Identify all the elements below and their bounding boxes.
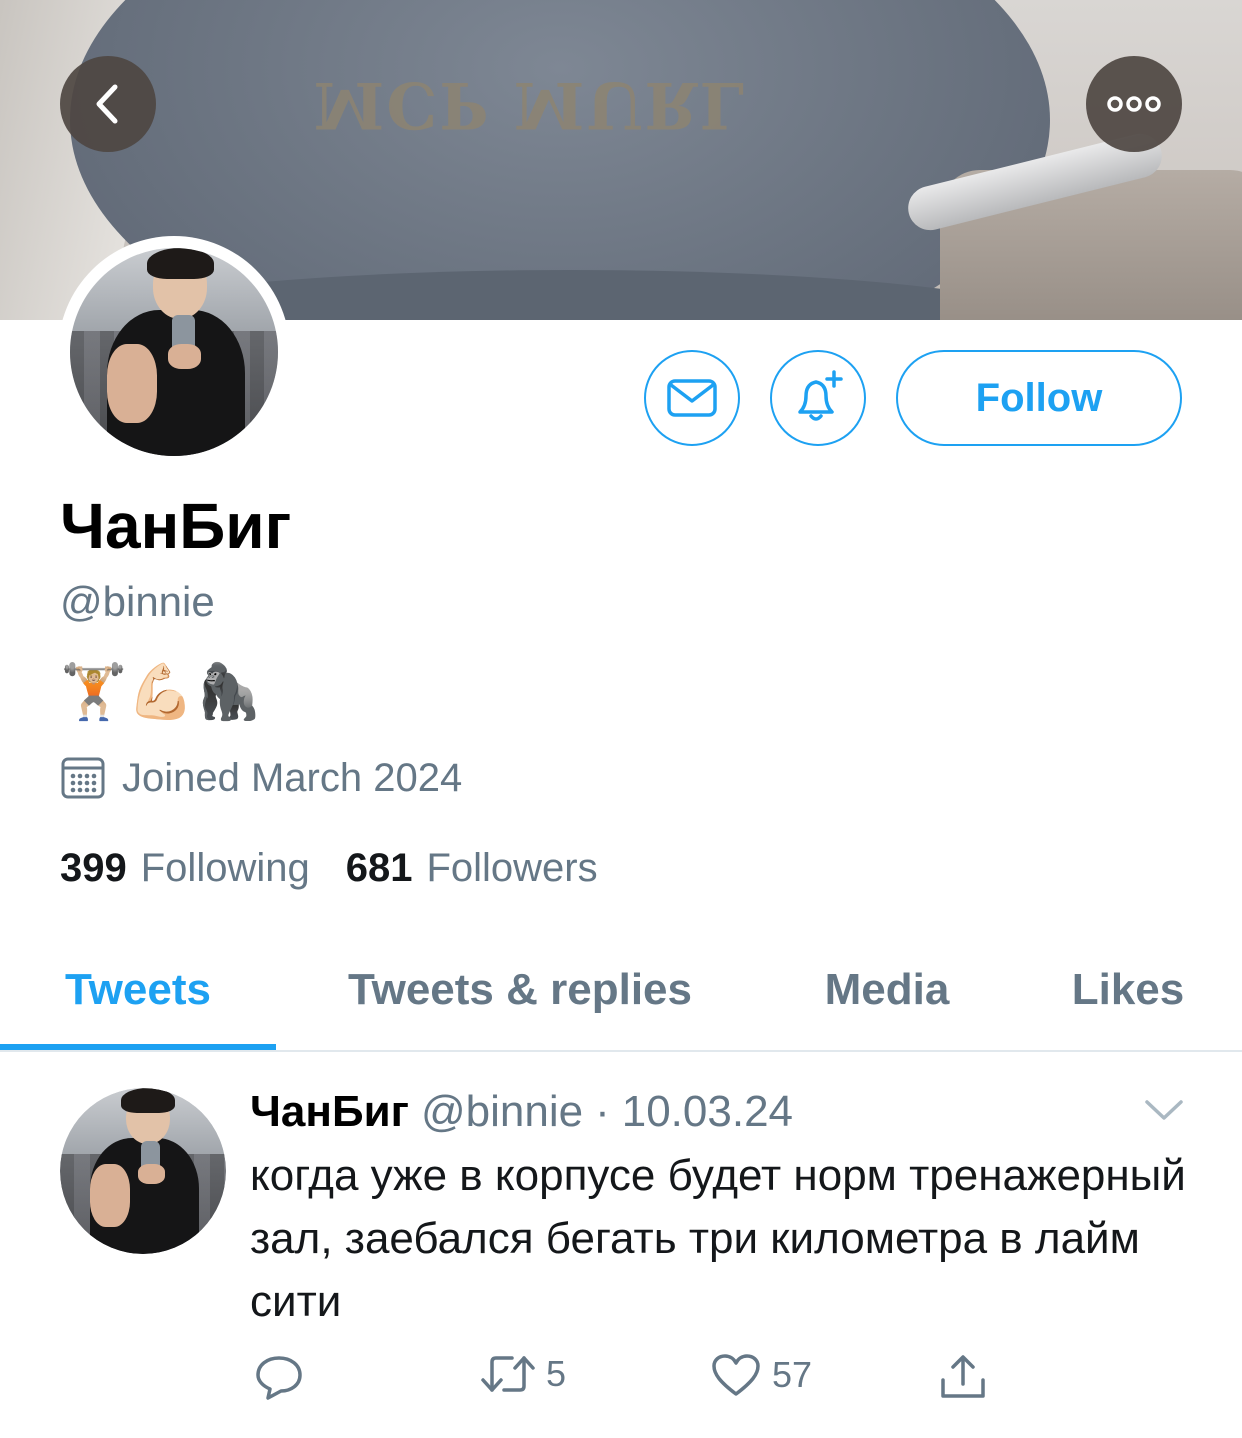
- envelope-icon: [667, 379, 717, 417]
- message-button[interactable]: [644, 350, 740, 446]
- tweet-date[interactable]: 10.03.24: [622, 1084, 793, 1140]
- tweet-separator: ·: [595, 1087, 610, 1136]
- tab-likes[interactable]: Likes: [1040, 930, 1216, 1050]
- heart-icon: [712, 1354, 760, 1396]
- followers-label: Followers: [426, 846, 598, 890]
- like-button[interactable]: 57: [710, 1352, 812, 1398]
- banner-cap-text: MCP MURL: [313, 67, 747, 142]
- tab-tweets-and-replies[interactable]: Tweets & replies: [300, 930, 740, 1050]
- follow-button[interactable]: Follow: [896, 350, 1182, 446]
- back-button[interactable]: [60, 56, 156, 152]
- share-icon: [941, 1355, 985, 1398]
- tweet-author-name[interactable]: ЧанБиг: [250, 1084, 409, 1140]
- following-count: 399: [60, 846, 127, 890]
- profile-tabs: Tweets Tweets & replies Media Likes: [0, 930, 1242, 1052]
- reply-icon: [256, 1356, 302, 1400]
- followers-count: 681: [345, 846, 413, 890]
- following-label: Following: [140, 846, 310, 890]
- tweet-item[interactable]: ЧанБиг @binnie · 10.03.24 когда уже в ко…: [0, 1052, 1242, 1438]
- retweet-button[interactable]: 5: [480, 1352, 566, 1396]
- retweet-icon: [481, 1356, 535, 1392]
- tweet-header: ЧанБиг @binnie · 10.03.24: [250, 1084, 793, 1140]
- tweet-avatar[interactable]: [60, 1088, 226, 1254]
- share-button[interactable]: [938, 1352, 988, 1402]
- tab-media[interactable]: Media: [782, 930, 992, 1050]
- profile-bio: 🏋🏼💪🏻🦍: [60, 660, 262, 723]
- calendar-icon: [61, 757, 105, 799]
- joined-date: Joined March 2024: [122, 756, 463, 800]
- notifications-button[interactable]: [770, 350, 866, 446]
- more-horizontal-icon: [1107, 96, 1161, 112]
- bell-plus-icon: [798, 370, 843, 421]
- profile-stats: 399 Following 681 Followers: [60, 842, 598, 894]
- following-link[interactable]: 399 Following: [60, 842, 310, 894]
- tab-tweets[interactable]: Tweets: [0, 930, 276, 1050]
- followers-link[interactable]: 681 Followers: [346, 842, 598, 894]
- active-tab-indicator: [0, 1044, 276, 1050]
- chevron-left-icon: [96, 84, 118, 124]
- like-count: 57: [772, 1354, 813, 1395]
- tweet-author-handle[interactable]: @binnie: [421, 1084, 583, 1140]
- reply-button[interactable]: [254, 1352, 314, 1402]
- profile-handle: @binnie: [60, 578, 215, 625]
- more-button[interactable]: [1086, 56, 1182, 152]
- tweet-text: когда уже в корпусе будет норм тренажерн…: [250, 1151, 1186, 1326]
- tweet-actions: 5 57: [250, 1352, 1010, 1412]
- tweet-avatar-photo: [60, 1088, 226, 1254]
- chevron-down-icon[interactable]: [1142, 1094, 1186, 1126]
- avatar-photo: [70, 248, 278, 456]
- retweet-count: 5: [546, 1353, 567, 1394]
- profile-display-name: ЧанБиг: [60, 490, 292, 562]
- profile-avatar[interactable]: [58, 236, 290, 468]
- profile-joined: Joined March 2024: [60, 752, 462, 804]
